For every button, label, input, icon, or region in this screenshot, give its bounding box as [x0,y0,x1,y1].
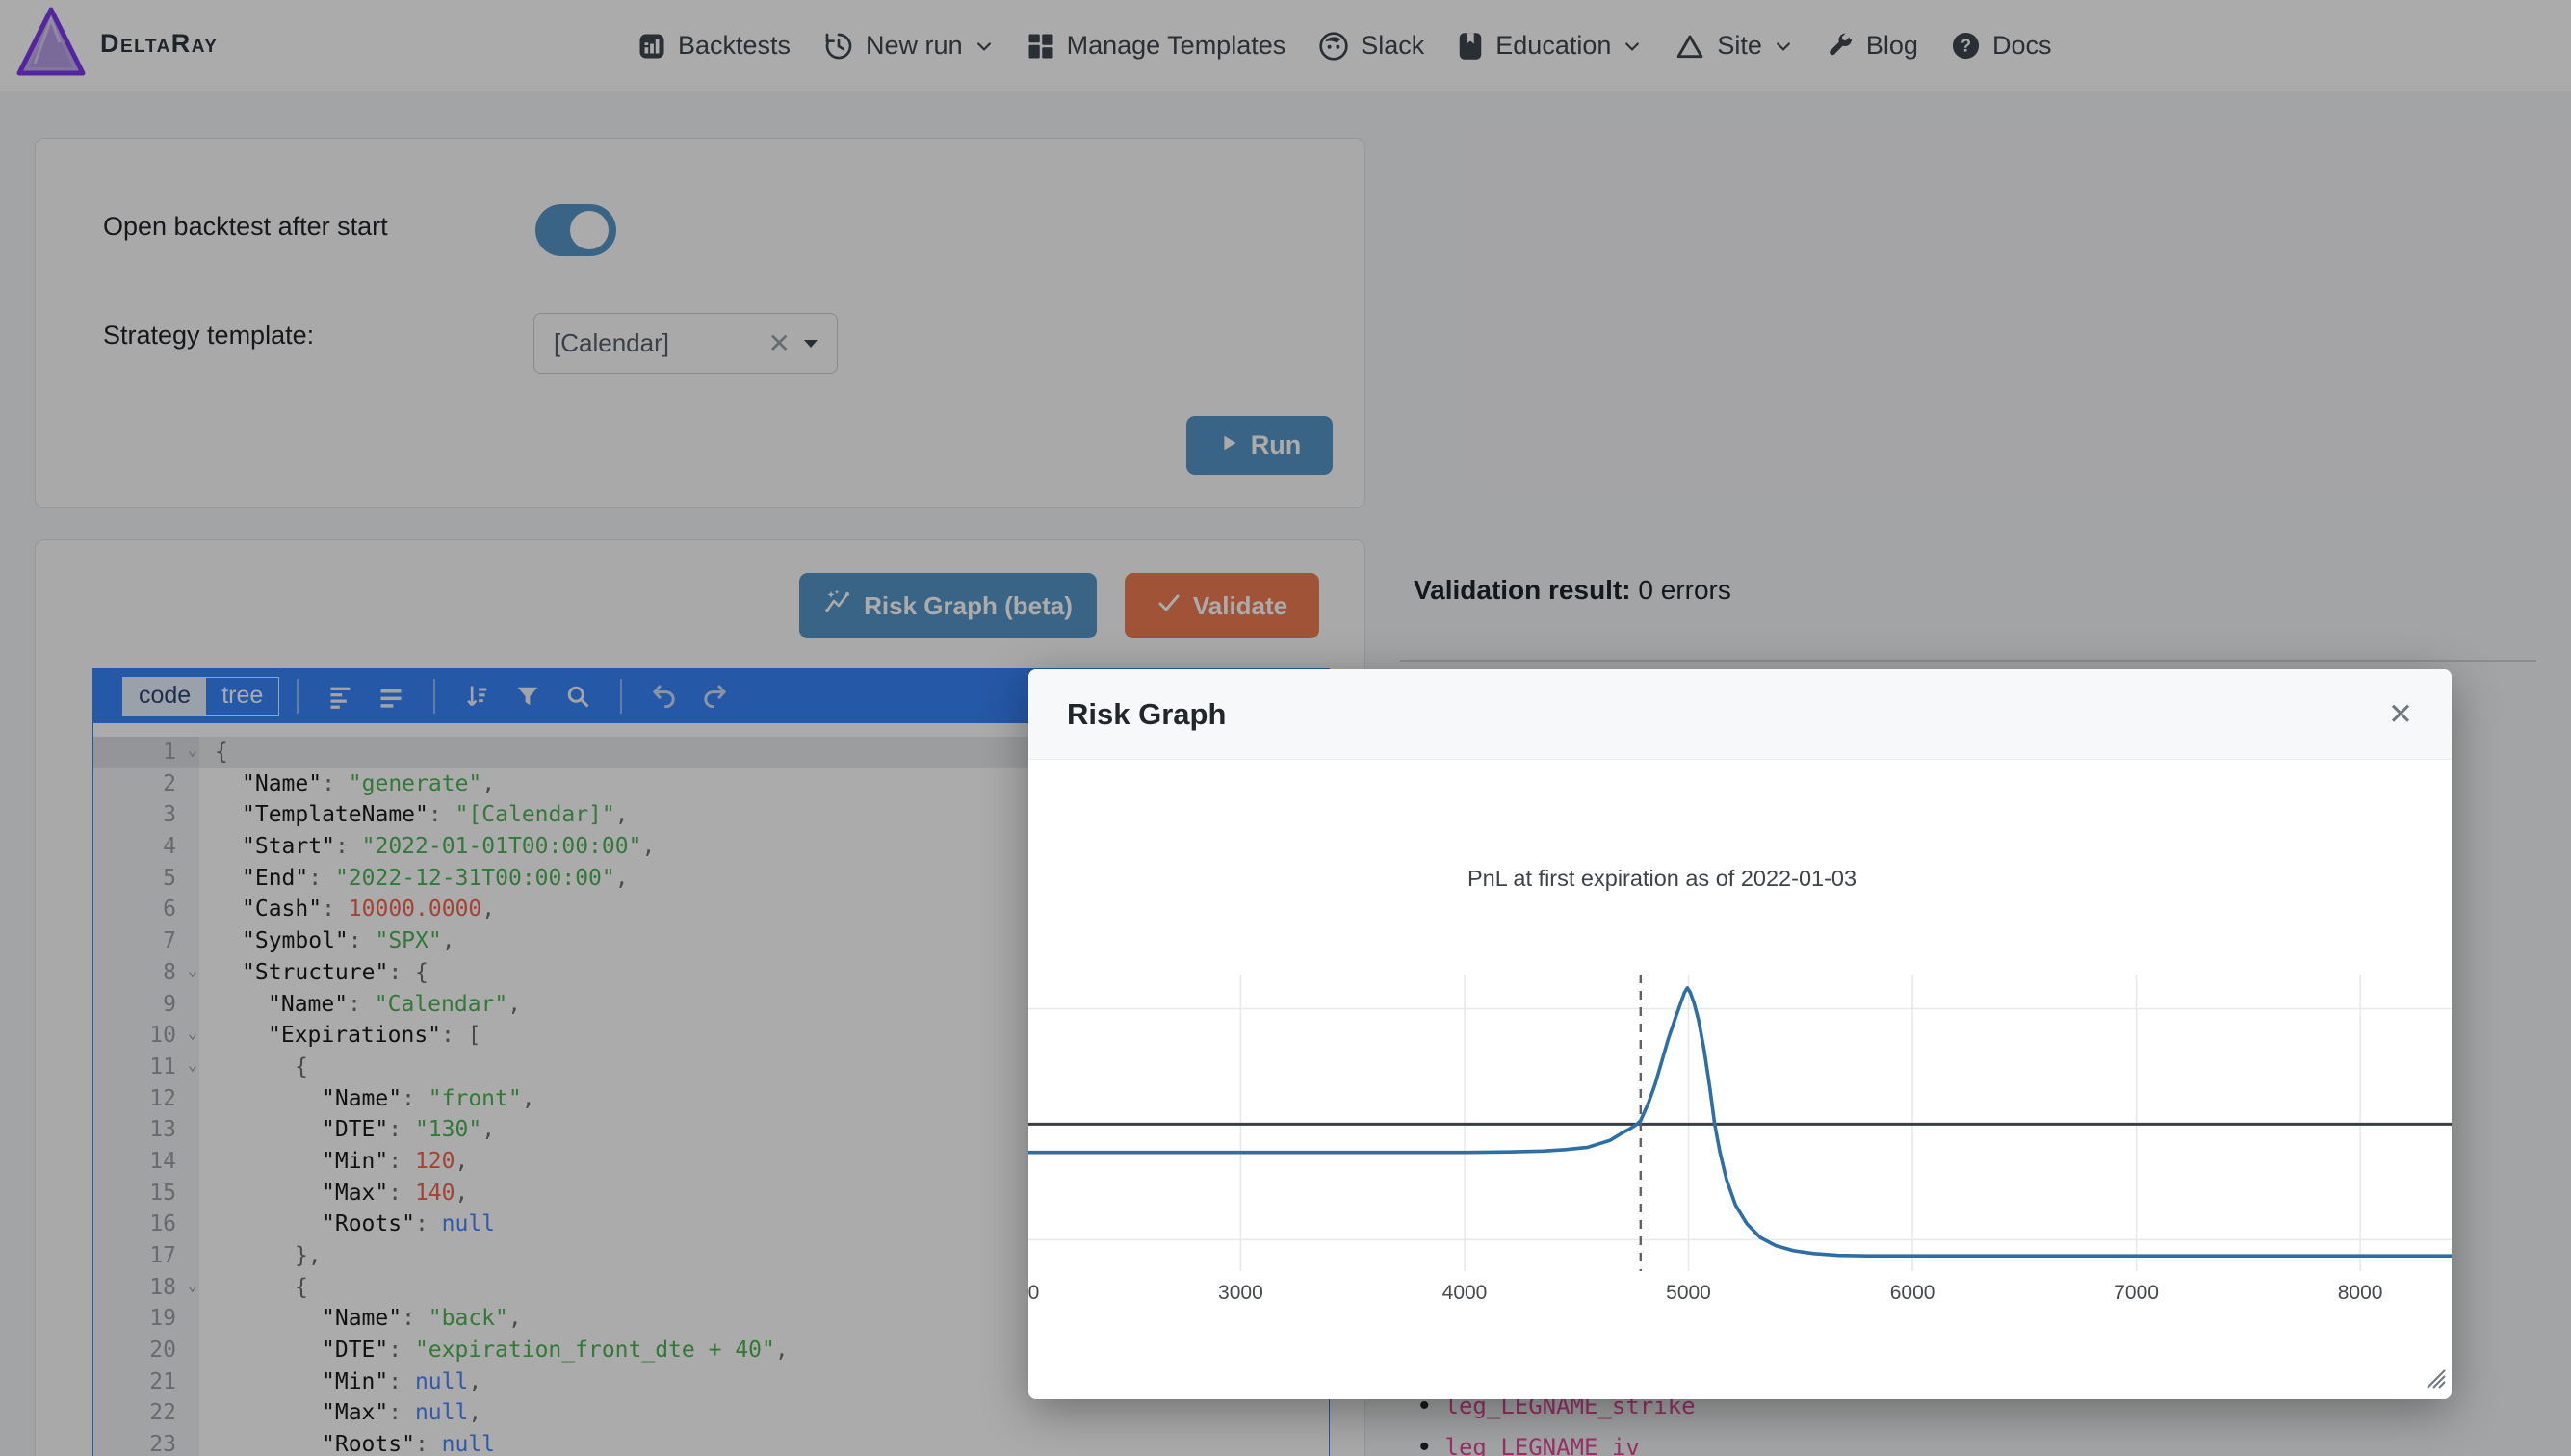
resize-handle-icon[interactable] [2422,1365,2447,1394]
svg-text:PnL at first expiration as of: PnL at first expiration as of 2022-01-03 [1467,866,1857,891]
svg-text:2000: 2000 [1028,1282,1039,1304]
risk-graph-modal: Risk Graph ✕ 2000 3000 4000 5000 6000 7000 800… [1028,669,2452,1399]
app-stage: DeltaRay Backtests New run Manage Templa… [0,0,2571,1456]
modal-header: Risk Graph ✕ [1028,669,2452,760]
svg-text:6000: 6000 [1890,1282,1935,1304]
close-icon[interactable]: ✕ [2388,699,2413,729]
svg-text:5000: 5000 [1666,1282,1711,1304]
modal-body: 2000 3000 4000 5000 6000 7000 8000 PnL at first… [1028,760,2452,1399]
svg-text:3000: 3000 [1218,1282,1263,1304]
modal-title: Risk Graph [1067,696,1227,731]
svg-text:8000: 8000 [2338,1282,2383,1304]
svg-text:4000: 4000 [1442,1282,1488,1304]
risk-graph-chart[interactable]: 2000 3000 4000 5000 6000 7000 8000 PnL at first… [1028,760,2452,1399]
svg-text:7000: 7000 [2114,1282,2159,1304]
